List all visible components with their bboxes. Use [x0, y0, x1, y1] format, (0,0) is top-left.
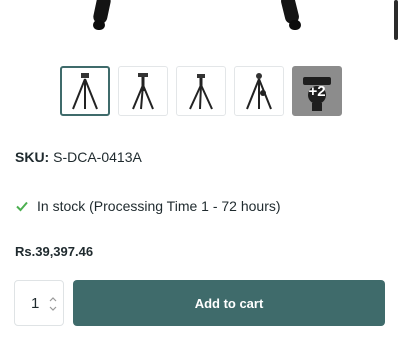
tripod-icon [72, 73, 98, 110]
stock-status: In stock (Processing Time 1 - 72 hours) [15, 198, 281, 214]
thumbnail-2[interactable] [118, 66, 168, 116]
tripod-icon [246, 73, 272, 110]
sku-value: S-DCA-0413A [53, 149, 142, 165]
check-icon [16, 201, 28, 212]
add-to-cart-button[interactable]: Add to cart [73, 280, 385, 326]
thumbnail-4[interactable] [234, 66, 284, 116]
scrollbar[interactable] [394, 0, 398, 40]
sku: SKU: S-DCA-0413A [15, 149, 142, 165]
product-price: Rs.39,397.46 [15, 244, 94, 259]
thumbnail-1[interactable] [60, 66, 110, 116]
product-main-image [0, 0, 400, 40]
thumbnail-3[interactable] [176, 66, 226, 116]
tripod-foot [289, 20, 301, 30]
quantity-stepper[interactable]: 1 [14, 280, 64, 326]
spinner-arrows-icon[interactable] [49, 295, 57, 313]
tripod-icon [132, 73, 154, 110]
tripod-icon [189, 74, 213, 110]
tripod-foot [93, 20, 105, 30]
thumbnail-more[interactable]: +2 [292, 66, 342, 116]
more-images-count: +2 [308, 82, 326, 100]
thumbnail-gallery: +2 [60, 66, 342, 116]
sku-label: SKU: [15, 149, 50, 165]
quantity-value[interactable]: 1 [31, 295, 39, 312]
stock-text: In stock (Processing Time 1 - 72 hours) [37, 198, 281, 214]
